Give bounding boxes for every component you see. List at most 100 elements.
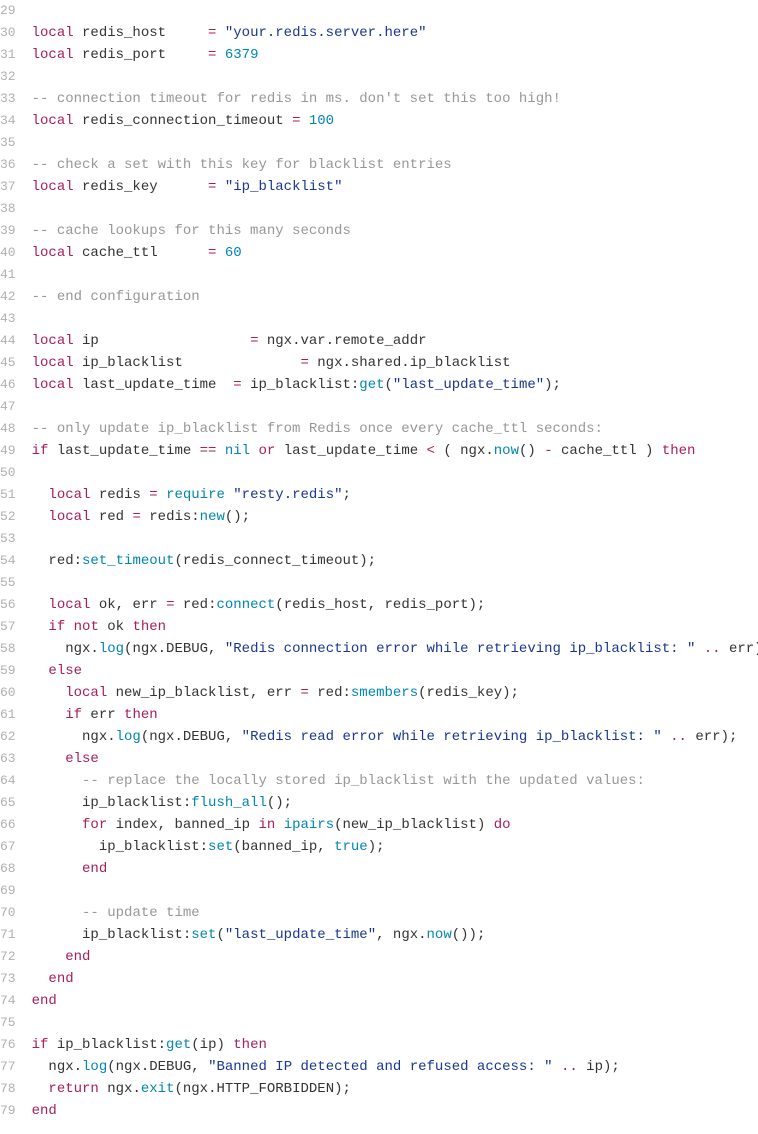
code-line[interactable]: 42-- end configuration: [0, 286, 758, 308]
code-line[interactable]: 59 else: [0, 660, 758, 682]
code-line[interactable]: 60 local new_ip_blacklist, err = red:sme…: [0, 682, 758, 704]
code-line[interactable]: 47: [0, 396, 758, 418]
code-content[interactable]: local redis_port = 6379: [28, 44, 758, 66]
code-content[interactable]: end: [28, 946, 758, 968]
code-line[interactable]: 51 local redis = require "resty.redis";: [0, 484, 758, 506]
code-content[interactable]: ngx.log(ngx.DEBUG, "Redis read error whi…: [28, 726, 758, 748]
code-content[interactable]: end: [28, 968, 758, 990]
code-content[interactable]: -- replace the locally stored ip_blackli…: [28, 770, 758, 792]
code-content[interactable]: -- check a set with this key for blackli…: [28, 154, 758, 176]
code-content[interactable]: ip_blacklist:set("last_update_time", ngx…: [28, 924, 758, 946]
code-content[interactable]: ngx.log(ngx.DEBUG, "Banned IP detected a…: [28, 1056, 758, 1078]
code-line[interactable]: 58 ngx.log(ngx.DEBUG, "Redis connection …: [0, 638, 758, 660]
code-content[interactable]: [28, 66, 758, 88]
code-line[interactable]: 48-- only update ip_blacklist from Redis…: [0, 418, 758, 440]
code-line[interactable]: 55: [0, 572, 758, 594]
code-line[interactable]: 46local last_update_time = ip_blacklist:…: [0, 374, 758, 396]
code-content[interactable]: ip_blacklist:set(banned_ip, true);: [28, 836, 758, 858]
code-line[interactable]: 79end: [0, 1100, 758, 1122]
code-content[interactable]: ngx.log(ngx.DEBUG, "Redis connection err…: [28, 638, 758, 660]
code-line[interactable]: 40local cache_ttl = 60: [0, 242, 758, 264]
code-line[interactable]: 54 red:set_timeout(redis_connect_timeout…: [0, 550, 758, 572]
code-content[interactable]: [28, 880, 758, 902]
code-content[interactable]: for index, banned_ip in ipairs(new_ip_bl…: [28, 814, 758, 836]
code-line[interactable]: 66 for index, banned_ip in ipairs(new_ip…: [0, 814, 758, 836]
code-line[interactable]: 76if ip_blacklist:get(ip) then: [0, 1034, 758, 1056]
code-line[interactable]: 39-- cache lookups for this many seconds: [0, 220, 758, 242]
code-line[interactable]: 45local ip_blacklist = ngx.shared.ip_bla…: [0, 352, 758, 374]
code-content[interactable]: [28, 132, 758, 154]
code-line[interactable]: 61 if err then: [0, 704, 758, 726]
code-line[interactable]: 50: [0, 462, 758, 484]
code-line[interactable]: 68 end: [0, 858, 758, 880]
code-line[interactable]: 78 return ngx.exit(ngx.HTTP_FORBIDDEN);: [0, 1078, 758, 1100]
code-content[interactable]: -- update time: [28, 902, 758, 924]
code-content[interactable]: local cache_ttl = 60: [28, 242, 758, 264]
code-content[interactable]: local ip_blacklist = ngx.shared.ip_black…: [28, 352, 758, 374]
code-content[interactable]: if err then: [28, 704, 758, 726]
code-content[interactable]: else: [28, 660, 758, 682]
code-line[interactable]: 31local redis_port = 6379: [0, 44, 758, 66]
code-line[interactable]: 74end: [0, 990, 758, 1012]
code-line[interactable]: 75: [0, 1012, 758, 1034]
code-content[interactable]: [28, 198, 758, 220]
code-content[interactable]: if not ok then: [28, 616, 758, 638]
code-line[interactable]: 41: [0, 264, 758, 286]
code-line[interactable]: 73 end: [0, 968, 758, 990]
code-content[interactable]: local red = redis:new();: [28, 506, 758, 528]
code-content[interactable]: ip_blacklist:flush_all();: [28, 792, 758, 814]
code-line[interactable]: 36-- check a set with this key for black…: [0, 154, 758, 176]
code-line[interactable]: 62 ngx.log(ngx.DEBUG, "Redis read error …: [0, 726, 758, 748]
code-content[interactable]: local new_ip_blacklist, err = red:smembe…: [28, 682, 758, 704]
code-content[interactable]: end: [28, 858, 758, 880]
code-line[interactable]: 29: [0, 0, 758, 22]
code-content[interactable]: local ok, err = red:connect(redis_host, …: [28, 594, 758, 616]
code-editor[interactable]: 29 30local redis_host = "your.redis.serv…: [0, 0, 758, 1122]
code-content[interactable]: local ip = ngx.var.remote_addr: [28, 330, 758, 352]
code-line[interactable]: 65 ip_blacklist:flush_all();: [0, 792, 758, 814]
code-line[interactable]: 35: [0, 132, 758, 154]
code-content[interactable]: return ngx.exit(ngx.HTTP_FORBIDDEN);: [28, 1078, 758, 1100]
code-content[interactable]: [28, 462, 758, 484]
code-content[interactable]: local redis_key = "ip_blacklist": [28, 176, 758, 198]
code-line[interactable]: 69: [0, 880, 758, 902]
code-line[interactable]: 52 local red = redis:new();: [0, 506, 758, 528]
code-line[interactable]: 30local redis_host = "your.redis.server.…: [0, 22, 758, 44]
code-content[interactable]: local redis = require "resty.redis";: [28, 484, 758, 506]
code-line[interactable]: 43: [0, 308, 758, 330]
code-line[interactable]: 37local redis_key = "ip_blacklist": [0, 176, 758, 198]
code-content[interactable]: local redis_host = "your.redis.server.he…: [28, 22, 758, 44]
code-content[interactable]: [28, 1012, 758, 1034]
code-content[interactable]: [28, 396, 758, 418]
code-content[interactable]: else: [28, 748, 758, 770]
code-content[interactable]: [28, 572, 758, 594]
code-line[interactable]: 53: [0, 528, 758, 550]
code-content[interactable]: -- only update ip_blacklist from Redis o…: [28, 418, 758, 440]
code-content[interactable]: [28, 308, 758, 330]
code-line[interactable]: 63 else: [0, 748, 758, 770]
code-line[interactable]: 56 local ok, err = red:connect(redis_hos…: [0, 594, 758, 616]
code-line[interactable]: 38: [0, 198, 758, 220]
code-content[interactable]: -- connection timeout for redis in ms. d…: [28, 88, 758, 110]
code-line[interactable]: 77 ngx.log(ngx.DEBUG, "Banned IP detecte…: [0, 1056, 758, 1078]
code-line[interactable]: 70 -- update time: [0, 902, 758, 924]
code-content[interactable]: if ip_blacklist:get(ip) then: [28, 1034, 758, 1056]
code-content[interactable]: local last_update_time = ip_blacklist:ge…: [28, 374, 758, 396]
code-content[interactable]: local redis_connection_timeout = 100: [28, 110, 758, 132]
code-content[interactable]: end: [28, 990, 758, 1012]
code-content[interactable]: -- cache lookups for this many seconds: [28, 220, 758, 242]
code-line[interactable]: 71 ip_blacklist:set("last_update_time", …: [0, 924, 758, 946]
code-content[interactable]: red:set_timeout(redis_connect_timeout);: [28, 550, 758, 572]
code-content[interactable]: [28, 0, 758, 22]
code-line[interactable]: 44local ip = ngx.var.remote_addr: [0, 330, 758, 352]
code-content[interactable]: [28, 264, 758, 286]
code-line[interactable]: 67 ip_blacklist:set(banned_ip, true);: [0, 836, 758, 858]
code-line[interactable]: 64 -- replace the locally stored ip_blac…: [0, 770, 758, 792]
code-content[interactable]: end: [28, 1100, 758, 1122]
code-line[interactable]: 72 end: [0, 946, 758, 968]
code-content[interactable]: [28, 528, 758, 550]
code-content[interactable]: if last_update_time == nil or last_updat…: [28, 440, 758, 462]
code-line[interactable]: 49if last_update_time == nil or last_upd…: [0, 440, 758, 462]
code-line[interactable]: 57 if not ok then: [0, 616, 758, 638]
code-content[interactable]: -- end configuration: [28, 286, 758, 308]
